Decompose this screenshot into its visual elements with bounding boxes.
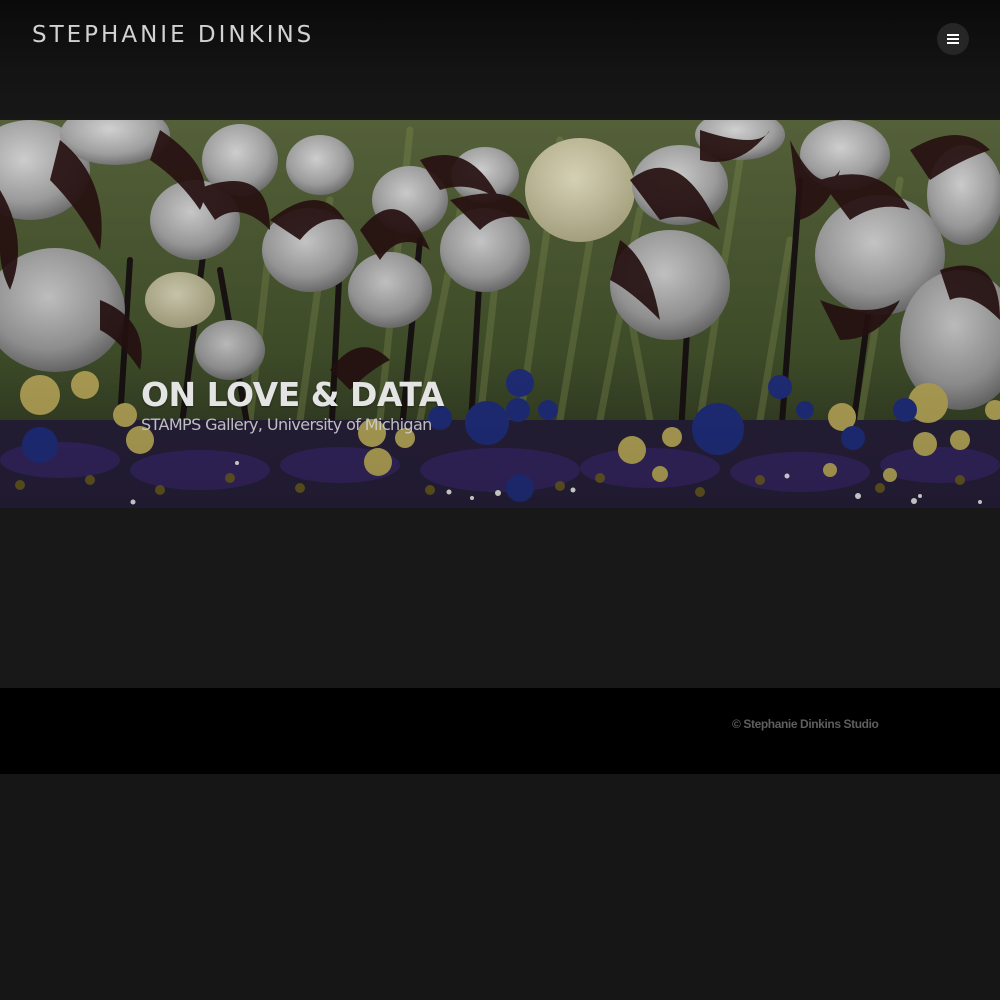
- hero-image: [0, 120, 1000, 508]
- site-title-link[interactable]: STEPHANIE DINKINS: [32, 20, 314, 50]
- hamburger-menu-icon: [947, 34, 959, 44]
- content-area: [0, 508, 1000, 688]
- menu-button[interactable]: [937, 23, 969, 55]
- site-footer: © Stephanie Dinkins Studio: [0, 688, 1000, 774]
- site-header: STEPHANIE DINKINS: [0, 0, 1000, 120]
- hero-subtitle: STAMPS Gallery, University of Michigan: [141, 415, 432, 434]
- hero-title[interactable]: ON LOVE & DATA: [141, 376, 444, 414]
- copyright-text: © Stephanie Dinkins Studio: [732, 717, 879, 731]
- page: STEPHANIE DINKINS ON LOVE & DATA STAMPS …: [0, 0, 1000, 1000]
- hero-banner[interactable]: ON LOVE & DATA STAMPS Gallery, Universit…: [0, 120, 1000, 508]
